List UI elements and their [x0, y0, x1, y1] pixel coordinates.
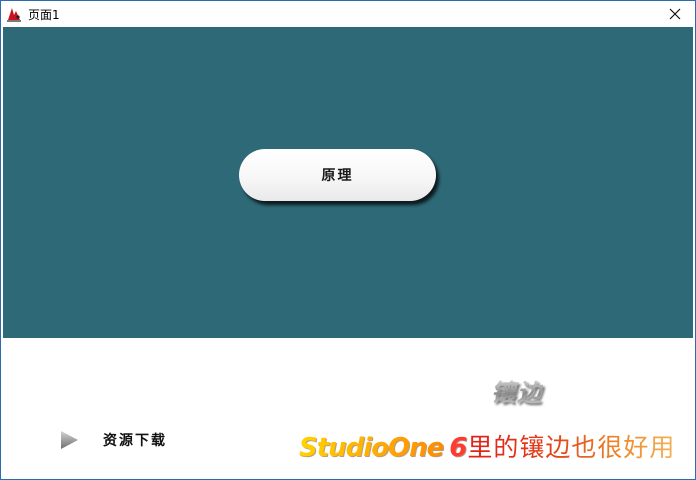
app-window: 页面1 原理 镶边 资源下载 StudioOne 6 里的镶边也很好用 — [0, 0, 696, 480]
resource-download-link[interactable]: 资源下载 — [57, 428, 167, 452]
promo-banner: StudioOne 6 里的镶边也很好用 — [299, 428, 675, 464]
resource-download-label: 资源下载 — [103, 433, 167, 449]
banner-version: 6 — [449, 433, 468, 463]
close-icon — [669, 5, 681, 24]
bezel-title: 镶边 — [491, 373, 543, 408]
banner-brand: StudioOne — [299, 433, 444, 463]
play-arrow-icon — [57, 428, 81, 452]
close-button[interactable] — [655, 1, 695, 27]
app-logo-icon — [5, 5, 23, 23]
bottom-panel: 镶边 资源下载 StudioOne 6 里的镶边也很好用 — [1, 338, 695, 479]
principle-button[interactable]: 原理 — [239, 149, 436, 201]
stage-panel: 原理 — [3, 27, 693, 338]
banner-text: 里的镶边也很好用 — [467, 428, 675, 464]
window-title: 页面1 — [28, 7, 60, 22]
title-bar[interactable]: 页面1 — [1, 1, 695, 27]
